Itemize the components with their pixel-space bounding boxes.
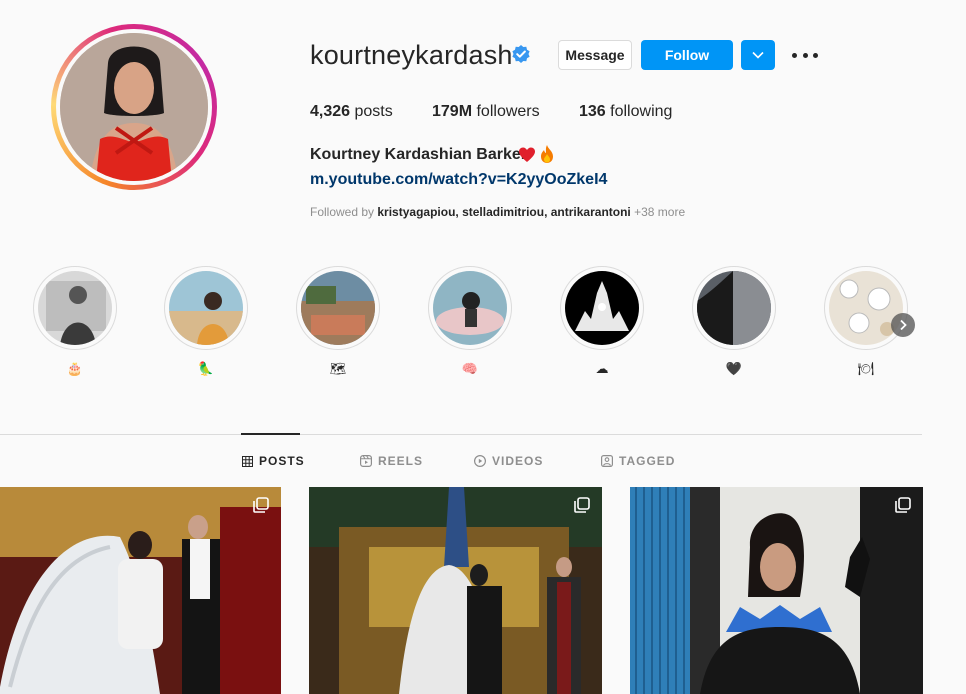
story-highlight[interactable] — [296, 266, 380, 350]
more-dots-icon — [792, 52, 797, 58]
post-thumbnail[interactable] — [309, 487, 602, 694]
tab-posts[interactable]: POSTS — [242, 454, 305, 468]
suggested-accounts-button[interactable] — [741, 40, 775, 70]
tagged-icon — [601, 455, 613, 467]
heart-emoji-icon — [519, 147, 535, 162]
reels-icon — [360, 455, 372, 467]
profile-avatar-ring[interactable] — [51, 24, 217, 190]
post-thumbnail[interactable] — [0, 487, 281, 694]
story-highlight[interactable] — [164, 266, 248, 350]
followed-by-text[interactable]: Followed by kristyagapiou, stelladimitri… — [310, 205, 685, 219]
post-image — [630, 487, 923, 694]
post-image — [0, 487, 281, 694]
story-highlight[interactable] — [824, 266, 908, 350]
follow-button[interactable]: Follow — [641, 40, 733, 70]
highlights-next-button[interactable] — [891, 313, 915, 337]
posts-count: 4,326 posts — [310, 103, 393, 120]
highlight-label: 🗺 — [329, 361, 347, 376]
profile-username: kourtneykardash — [310, 40, 513, 70]
chevron-down-icon — [752, 51, 764, 59]
grid-icon — [242, 455, 253, 467]
multiple-photos-icon — [253, 497, 269, 513]
multiple-photos-icon — [574, 497, 590, 513]
story-highlight[interactable] — [428, 266, 512, 350]
active-tab-indicator — [241, 433, 300, 435]
more-options-button[interactable] — [792, 46, 818, 64]
verified-badge-icon — [512, 45, 530, 63]
following-count[interactable]: 136 following — [579, 103, 672, 121]
highlight-label: 🧠 — [461, 361, 479, 376]
tab-tagged[interactable]: TAGGED — [601, 454, 675, 468]
highlight-label: 🎂 — [66, 361, 84, 376]
multiple-photos-icon — [895, 497, 911, 513]
post-image — [309, 487, 602, 694]
bio-link[interactable]: m.youtube.com/watch?v=K2yyOoZkeI4 — [310, 171, 607, 189]
avatar — [60, 33, 208, 181]
message-button[interactable]: Message — [558, 40, 632, 70]
post-thumbnail[interactable] — [630, 487, 923, 694]
profile-full-name: Kourtney Kardashian Barker — [310, 146, 527, 163]
story-highlight[interactable] — [560, 266, 644, 350]
highlight-label: ☁ — [595, 361, 609, 376]
chevron-right-icon — [900, 319, 907, 331]
tab-videos[interactable]: VIDEOS — [474, 454, 543, 468]
video-icon — [474, 455, 486, 467]
followers-count[interactable]: 179M followers — [432, 103, 540, 121]
story-highlight[interactable] — [692, 266, 776, 350]
divider — [0, 434, 922, 435]
highlight-label: 🦜 — [197, 361, 215, 376]
highlight-label: 🍽 — [857, 361, 875, 376]
story-highlight[interactable] — [33, 266, 117, 350]
fire-emoji-icon — [541, 145, 553, 163]
tab-reels[interactable]: REELS — [360, 454, 423, 468]
highlight-label: 🖤 — [725, 361, 743, 376]
